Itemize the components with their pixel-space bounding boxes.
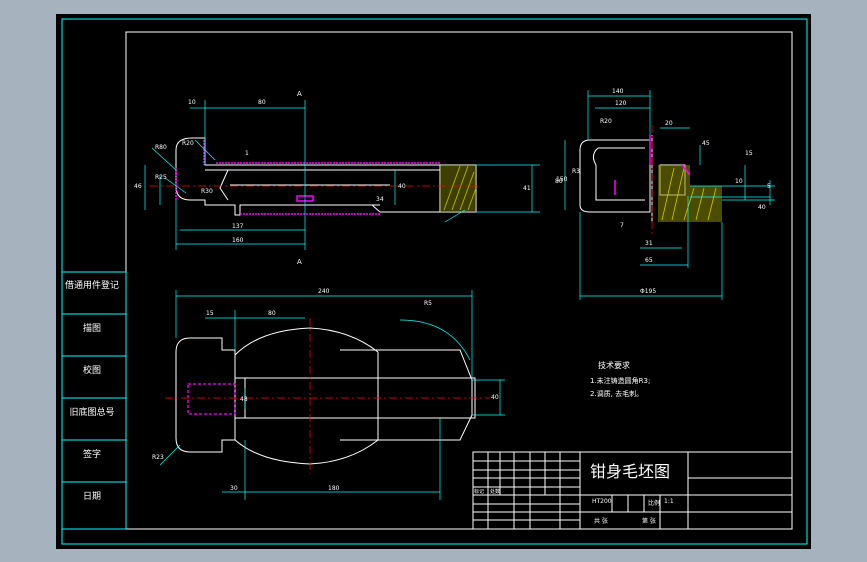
dim-top-180: 180 bbox=[328, 485, 340, 492]
cad-drawing bbox=[61, 18, 808, 545]
tb-label-count: 处数 bbox=[490, 489, 501, 495]
dim-right-65: 65 bbox=[645, 257, 653, 264]
tb-label-design: 标记 bbox=[474, 489, 485, 495]
dim-right-20: 20 bbox=[665, 120, 673, 127]
dim-front-41: 41 bbox=[523, 185, 531, 192]
right-hatch-fill bbox=[658, 165, 722, 222]
tb-material: HT200 bbox=[592, 498, 612, 505]
dim-top-15: 15 bbox=[206, 310, 214, 317]
dim-right-140: 140 bbox=[612, 88, 624, 95]
dim-right-r3: R3 bbox=[572, 168, 580, 175]
dim-top-240: 240 bbox=[318, 288, 330, 295]
side-label-check: 校图 bbox=[82, 366, 101, 376]
dim-top-80: 80 bbox=[268, 310, 276, 317]
section-label-bottom: A bbox=[297, 258, 302, 266]
front-magenta-edges bbox=[175, 140, 440, 215]
dim-top-40: 40 bbox=[491, 394, 499, 401]
dim-front-10: 10 bbox=[188, 99, 196, 106]
dim-right-45: 45 bbox=[702, 140, 710, 147]
dim-top-r23: R23 bbox=[152, 454, 164, 461]
tb-sheet: 共 张 bbox=[594, 518, 608, 525]
dim-front-46: 46 bbox=[134, 183, 142, 190]
dim-right-31: 31 bbox=[645, 240, 653, 247]
dim-front-80: 80 bbox=[258, 99, 266, 106]
dim-front-40: 40 bbox=[398, 183, 406, 190]
dim-front-1: 1 bbox=[245, 150, 249, 157]
dim-top-48: 48 bbox=[240, 396, 248, 403]
inner-frame bbox=[125, 31, 793, 530]
dim-right-7: 7 bbox=[620, 222, 624, 229]
dim-right-15: 15 bbox=[745, 150, 753, 157]
tb-scale-label: 比例 bbox=[648, 500, 661, 507]
dim-front-r20: R20 bbox=[182, 140, 194, 147]
dim-right-10: 10 bbox=[735, 178, 743, 185]
tb-sheet2: 第 张 bbox=[642, 518, 656, 525]
drawing-title: 钳身毛坯图 bbox=[590, 462, 671, 481]
dim-front-34: 34 bbox=[376, 196, 384, 203]
top-view bbox=[175, 327, 476, 465]
side-label-signature: 签字 bbox=[82, 450, 101, 460]
note-1: 1.未注铸造圆角R3; bbox=[590, 377, 651, 385]
dim-top-r5: R5 bbox=[424, 300, 432, 307]
side-label-old-number: 旧底图总号 bbox=[69, 408, 115, 418]
side-label-date: 日期 bbox=[82, 492, 101, 502]
side-label-trace: 描图 bbox=[82, 324, 101, 334]
side-label-register: 借通用件登记 bbox=[64, 281, 119, 291]
dim-right-195: Φ195 bbox=[640, 288, 657, 295]
dim-right-120: 120 bbox=[615, 100, 627, 107]
top-dimensions bbox=[159, 290, 505, 500]
front-section-view bbox=[175, 137, 477, 216]
dim-right-80: 80 bbox=[555, 178, 563, 185]
notes-title: 技术要求 bbox=[598, 361, 630, 370]
dim-right-r20: R20 bbox=[600, 118, 612, 125]
dim-front-160: 160 bbox=[232, 237, 244, 244]
dim-front-r25: R25 bbox=[155, 174, 167, 181]
dim-front-r30: R30 bbox=[201, 188, 213, 195]
section-label-top: A bbox=[297, 90, 302, 98]
note-2: 2.调质, 去毛刺。 bbox=[590, 390, 644, 398]
top-magenta bbox=[187, 383, 236, 415]
outer-frame bbox=[61, 18, 808, 545]
dim-front-r80: R80 bbox=[155, 144, 167, 151]
dim-right-5: 5 bbox=[767, 183, 771, 190]
dim-top-30: 30 bbox=[230, 485, 238, 492]
tb-scale: 1:1 bbox=[664, 498, 674, 505]
dim-right-40: 40 bbox=[758, 204, 766, 211]
dim-front-137: 137 bbox=[232, 223, 244, 230]
front-dimensions bbox=[144, 100, 540, 250]
front-hatch-fill bbox=[440, 165, 476, 212]
